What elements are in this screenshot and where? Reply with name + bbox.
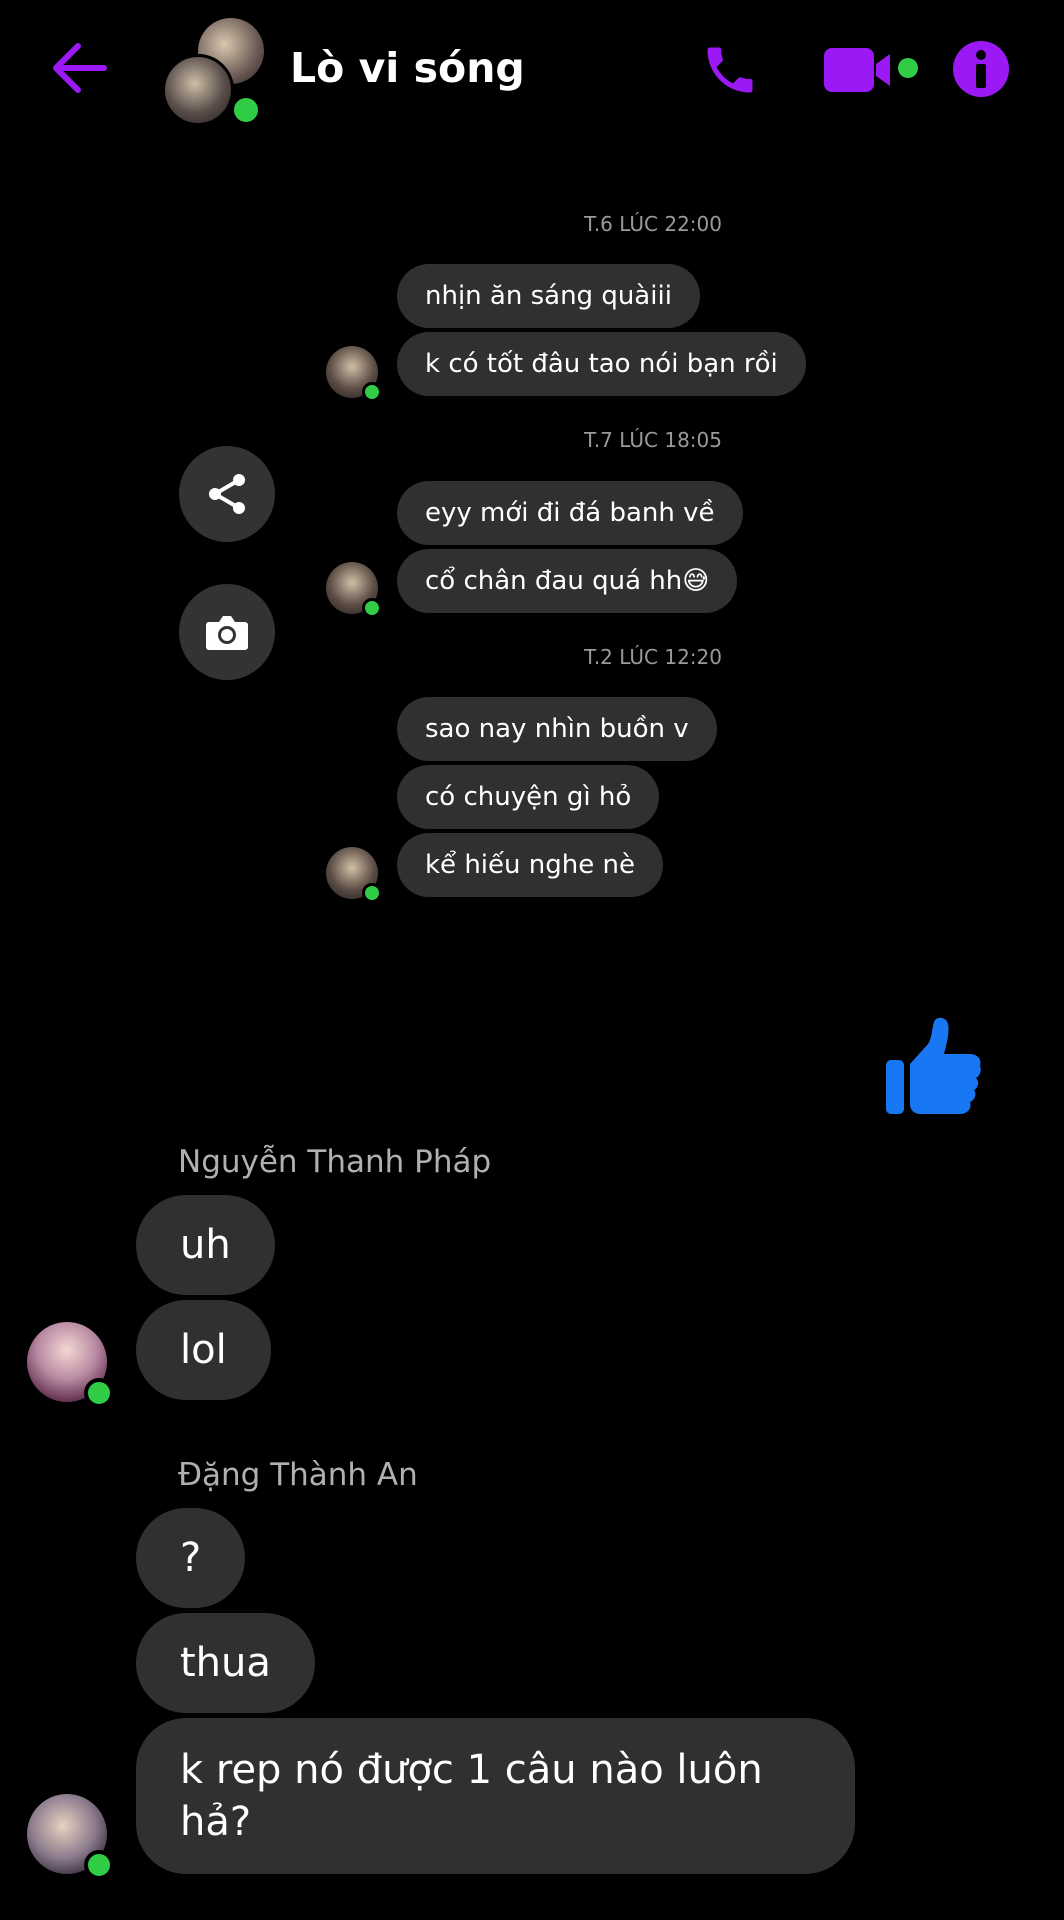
message-bubble[interactable]: có chuyện gì hỏ	[397, 765, 660, 829]
thumbs-up-icon[interactable]	[884, 1016, 982, 1116]
online-indicator	[84, 1850, 114, 1880]
message-bubble[interactable]: thua	[136, 1613, 315, 1713]
message-bubble[interactable]: kể hiếu nghe nè	[397, 833, 663, 897]
share-button[interactable]	[179, 446, 275, 542]
camera-icon	[206, 616, 248, 650]
video-camera-icon[interactable]	[824, 46, 924, 94]
online-indicator	[362, 382, 382, 402]
conversation-title[interactable]: Lò vi sóng	[290, 44, 525, 92]
message-bubble[interactable]: k rep nó được 1 câu nào luôn hả?	[136, 1718, 855, 1874]
sender-name: Nguyễn Thanh Pháp	[178, 1144, 492, 1180]
message-bubble[interactable]: sao nay nhìn buồn v	[397, 697, 717, 761]
timestamp: T.2 LÚC 12:20	[583, 645, 722, 669]
message-bubble[interactable]: k có tốt đâu tao nói bạn rồi	[397, 332, 806, 396]
online-indicator	[84, 1378, 114, 1408]
message-bubble[interactable]: nhịn ăn sáng quàiii	[397, 264, 700, 328]
camera-button[interactable]	[179, 584, 275, 680]
info-icon[interactable]	[952, 40, 1010, 98]
message-bubble[interactable]: eyy mới đi đá banh về	[397, 481, 743, 545]
timestamp: T.6 LÚC 22:00	[583, 212, 722, 236]
message-bubble[interactable]: lol	[136, 1300, 271, 1400]
share-icon	[209, 474, 245, 514]
online-indicator	[230, 94, 262, 126]
online-indicator	[362, 883, 382, 903]
back-arrow-icon[interactable]	[48, 40, 108, 96]
online-indicator	[362, 598, 382, 618]
phone-icon[interactable]	[700, 40, 760, 100]
sender-name: Đặng Thành An	[178, 1457, 418, 1493]
timestamp: T.7 LÚC 18:05	[583, 428, 722, 452]
message-bubble[interactable]: ?	[136, 1508, 246, 1608]
message-bubble[interactable]: cổ chân đau quá hh😅	[397, 549, 738, 613]
group-avatar-primary[interactable]	[162, 54, 234, 126]
message-bubble[interactable]: uh	[136, 1195, 275, 1295]
